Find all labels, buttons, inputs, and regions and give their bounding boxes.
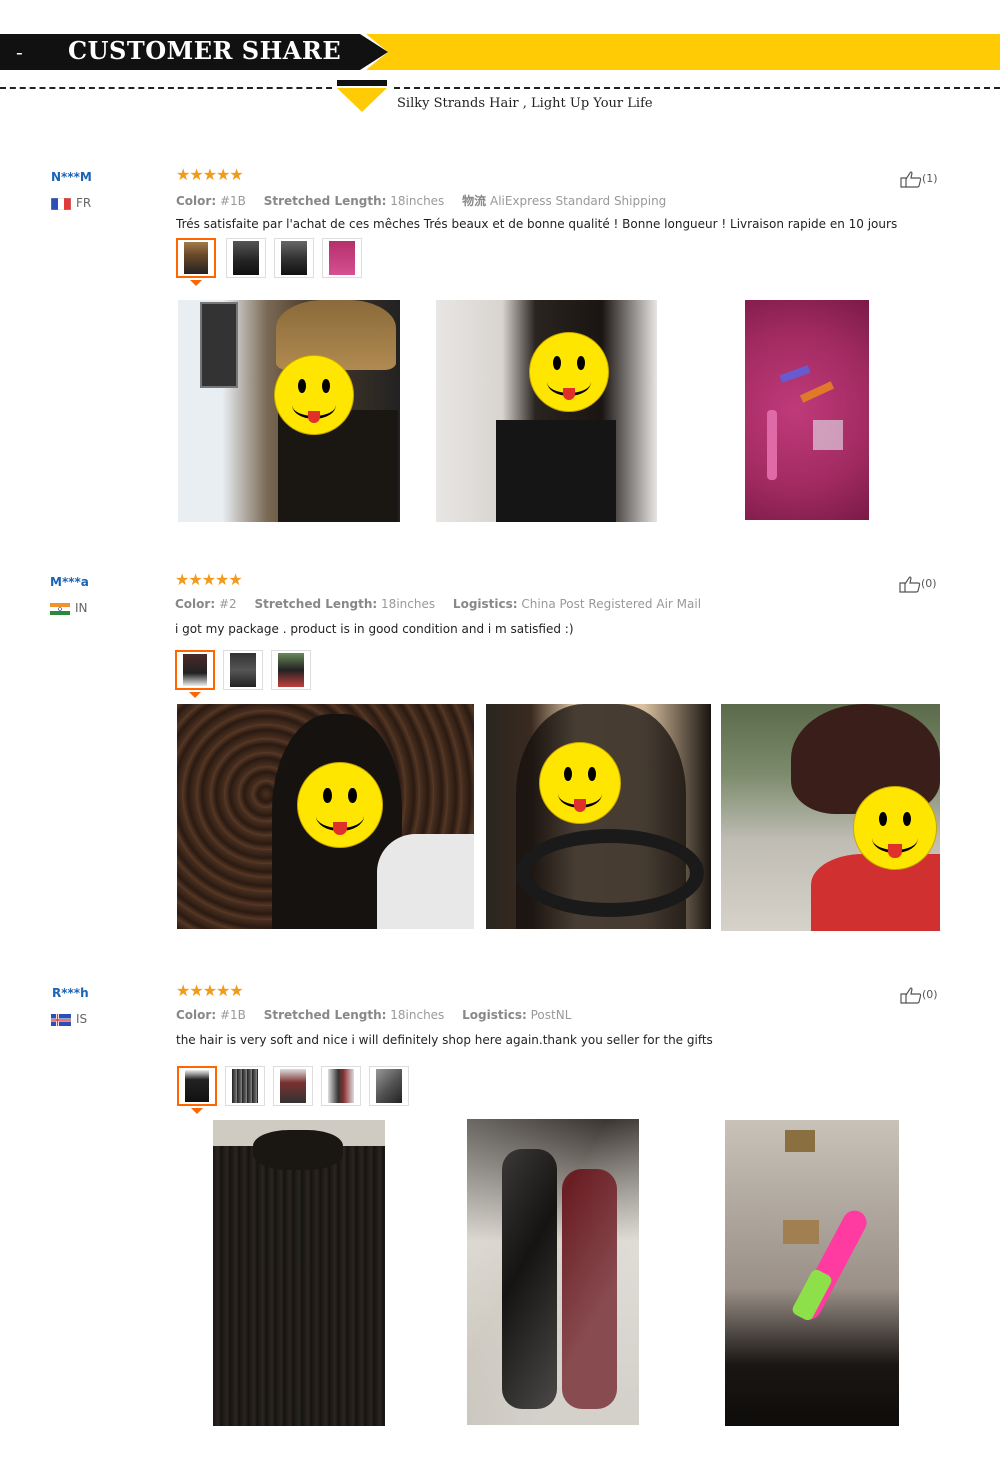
thumbs-up-icon bbox=[900, 171, 922, 188]
country-code: IS bbox=[76, 1012, 88, 1026]
like-button[interactable]: (1) bbox=[900, 170, 938, 188]
prop-value: #1B bbox=[219, 194, 246, 208]
header-yellow-bar bbox=[366, 34, 1000, 70]
header-dashed-divider-left bbox=[0, 87, 332, 89]
thumbs-up-icon bbox=[900, 987, 922, 1004]
customer-share-header: - CUSTOMER SHARE Silky Strands Hair , Li… bbox=[0, 0, 1000, 130]
prop-label: Stretched Length: bbox=[254, 597, 378, 611]
face-cover-smiley bbox=[274, 355, 354, 435]
page-subtitle: Silky Strands Hair , Light Up Your Life bbox=[397, 96, 653, 111]
prop-value: #2 bbox=[218, 597, 237, 611]
review-photo[interactable] bbox=[745, 300, 869, 520]
review-thumbnail[interactable] bbox=[223, 650, 263, 690]
header-triangle-marker bbox=[337, 88, 387, 112]
like-button[interactable]: (0) bbox=[899, 575, 937, 593]
page-title: CUSTOMER SHARE bbox=[68, 36, 342, 65]
like-button[interactable]: (0) bbox=[900, 986, 938, 1004]
france-flag-icon bbox=[51, 197, 71, 210]
star-rating: ★★★★★ bbox=[175, 570, 243, 589]
face-cover-smiley bbox=[529, 332, 609, 412]
selected-thumbnail-arrow bbox=[190, 280, 202, 286]
review-text: i got my package . product is in good co… bbox=[175, 622, 574, 636]
like-count: (1) bbox=[922, 172, 938, 185]
review-photo[interactable] bbox=[721, 704, 940, 931]
thumbs-up-icon bbox=[899, 576, 921, 593]
review-thumbnail[interactable] bbox=[175, 650, 215, 690]
header-marker-bar bbox=[337, 80, 387, 86]
header-dash-mark: - bbox=[16, 40, 23, 64]
prop-label: Logistics: bbox=[462, 1008, 527, 1022]
selected-thumbnail-arrow bbox=[191, 1108, 203, 1114]
reviewer-name[interactable]: M***a bbox=[50, 575, 89, 589]
review-properties: Color: #2 Stretched Length: 18inches Log… bbox=[175, 597, 701, 611]
review-photo[interactable] bbox=[486, 704, 711, 929]
review-thumbnail[interactable] bbox=[271, 650, 311, 690]
review-photo[interactable] bbox=[177, 704, 474, 929]
review-photo[interactable] bbox=[436, 300, 657, 522]
header-dashed-divider-right bbox=[394, 87, 1000, 89]
reviewer-name[interactable]: N***M bbox=[51, 170, 92, 184]
review-thumbnail[interactable] bbox=[226, 238, 266, 278]
prop-value: 18inches bbox=[390, 1008, 445, 1022]
review-photo[interactable] bbox=[178, 300, 400, 522]
review-thumbnail[interactable] bbox=[225, 1066, 265, 1106]
reviewer-country: FR bbox=[51, 196, 91, 210]
review-text: Trés satisfaite par l'achat de ces mêche… bbox=[176, 217, 898, 231]
prop-value: #1B bbox=[219, 1008, 246, 1022]
star-rating: ★★★★★ bbox=[176, 981, 244, 1000]
review-properties: Color: #1B Stretched Length: 18inches 物流… bbox=[176, 192, 666, 209]
review-thumbnail[interactable] bbox=[273, 1066, 313, 1106]
prop-label: Color: bbox=[175, 597, 216, 611]
prop-value: AliExpress Standard Shipping bbox=[489, 194, 667, 208]
like-count: (0) bbox=[922, 988, 938, 1001]
prop-label: Stretched Length: bbox=[263, 1008, 387, 1022]
face-cover-smiley bbox=[297, 762, 383, 848]
india-flag-icon bbox=[50, 602, 70, 615]
prop-label: Color: bbox=[176, 1008, 217, 1022]
prop-value: PostNL bbox=[530, 1008, 572, 1022]
prop-label: Logistics: bbox=[452, 597, 518, 611]
review-text: the hair is very soft and nice i will de… bbox=[176, 1033, 713, 1047]
country-code: FR bbox=[76, 196, 92, 210]
iceland-flag-icon bbox=[51, 1013, 71, 1026]
star-rating: ★★★★★ bbox=[176, 165, 244, 184]
country-code: IN bbox=[75, 601, 88, 615]
prop-value: 18inches bbox=[390, 194, 445, 208]
prop-label: Color: bbox=[176, 194, 217, 208]
reviewer-country: IS bbox=[51, 1012, 87, 1026]
review-photo[interactable] bbox=[213, 1120, 385, 1426]
selected-thumbnail-arrow bbox=[189, 692, 201, 698]
like-count: (0) bbox=[921, 577, 937, 590]
review-thumbnail[interactable] bbox=[369, 1066, 409, 1106]
prop-value: China Post Registered Air Mail bbox=[521, 597, 702, 611]
review-thumbnail[interactable] bbox=[274, 238, 314, 278]
review-properties: Color: #1B Stretched Length: 18inches Lo… bbox=[176, 1008, 571, 1022]
review-photo[interactable] bbox=[467, 1119, 639, 1425]
face-cover-smiley bbox=[539, 742, 621, 824]
prop-value: 18inches bbox=[381, 597, 436, 611]
review-thumbnail[interactable] bbox=[177, 1066, 217, 1106]
prop-label: 物流 bbox=[462, 194, 487, 208]
reviewer-name[interactable]: R***h bbox=[52, 986, 89, 1000]
review-photo[interactable] bbox=[725, 1120, 899, 1426]
reviewer-country: IN bbox=[50, 601, 88, 615]
review-thumbnail[interactable] bbox=[321, 1066, 361, 1106]
review-thumbnail[interactable] bbox=[322, 238, 362, 278]
face-cover-smiley bbox=[853, 786, 937, 870]
review-thumbnail[interactable] bbox=[176, 238, 216, 278]
prop-label: Stretched Length: bbox=[263, 194, 387, 208]
